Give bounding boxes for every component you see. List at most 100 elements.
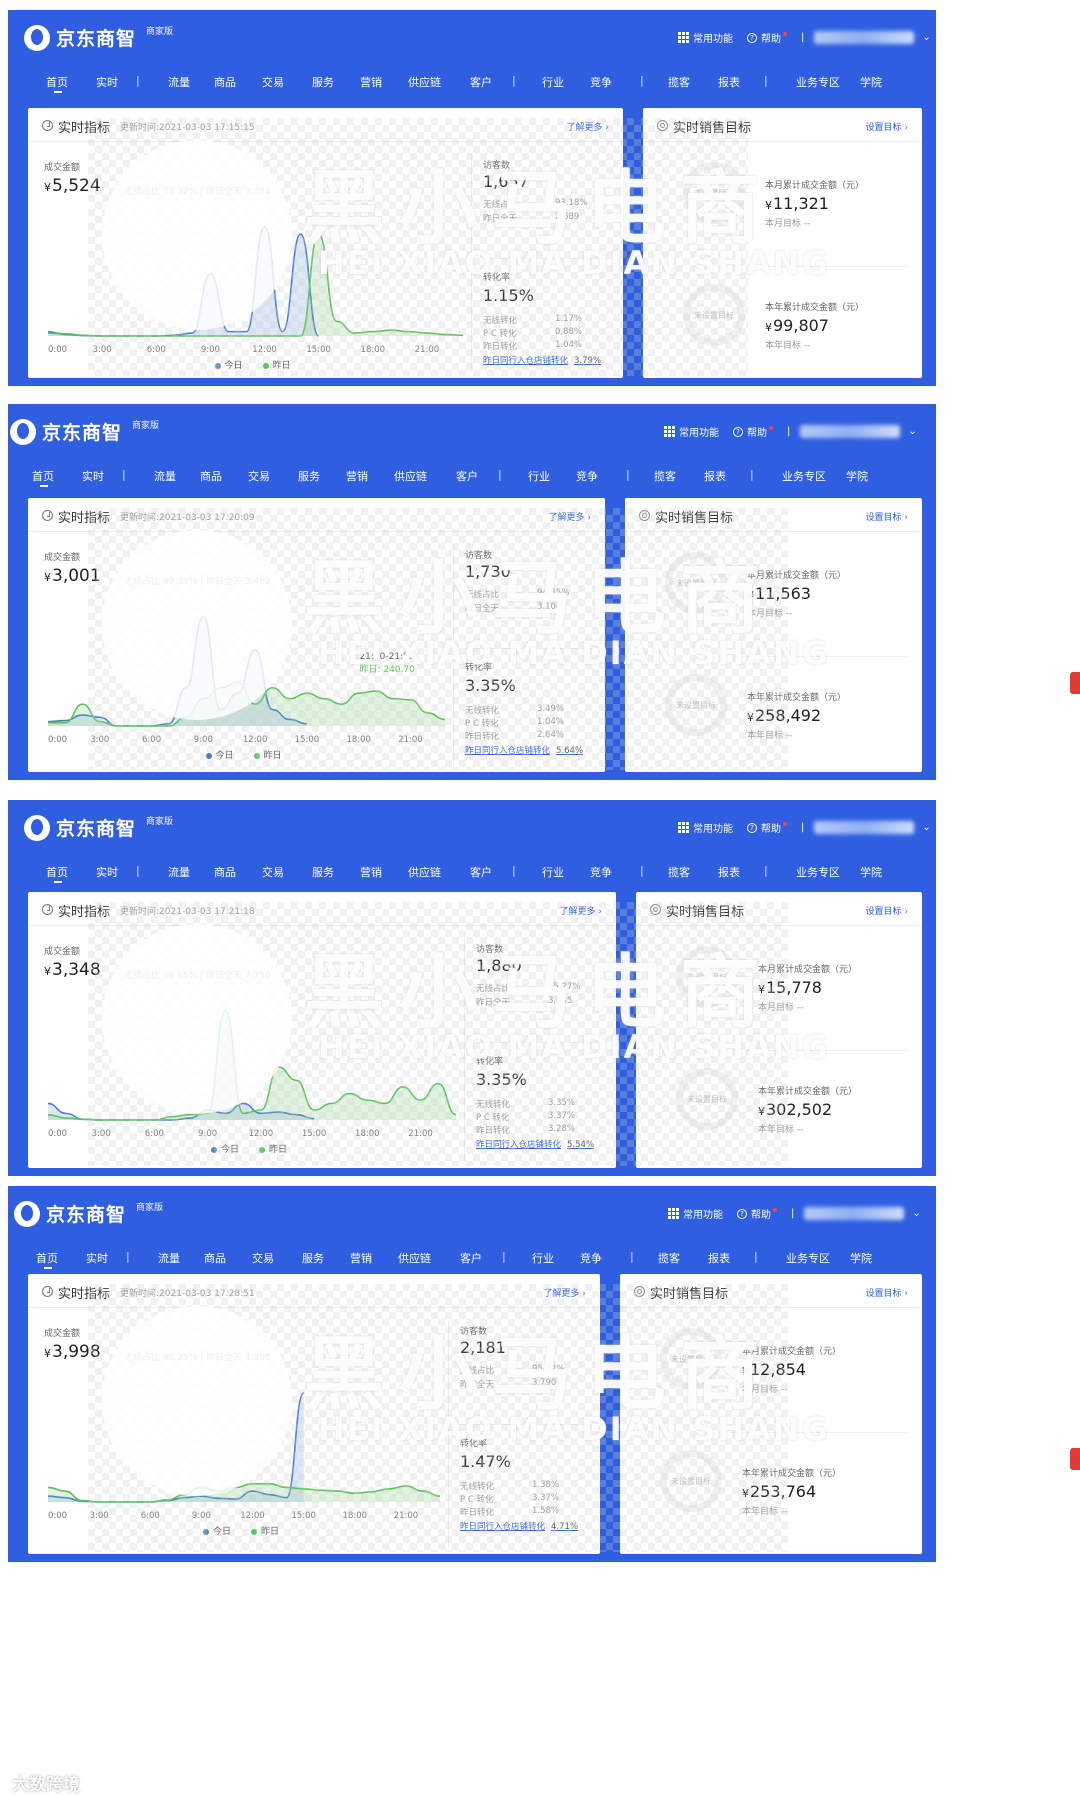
nav-item-12[interactable]: 竞争 — [580, 1250, 602, 1266]
nav-item-6[interactable]: 服务 — [298, 468, 320, 484]
nav-item-17[interactable]: 业务专区 — [786, 1250, 830, 1266]
nav-item-14[interactable]: 揽客 — [658, 1250, 680, 1266]
realtime-gmv-chart[interactable]: 0:00 3:00 6:00 9:00 12:00 15:00 18:00 21:00 — [42, 596, 449, 756]
nav-item-8[interactable]: 供应链 — [394, 468, 427, 484]
nav-item-11[interactable]: 行业 — [532, 1250, 554, 1266]
nav-item-5[interactable]: 交易 — [262, 74, 284, 90]
peer-conversion-link[interactable]: 昨日同行入仓店铺转化 5.64% — [465, 744, 583, 756]
nav-item-11[interactable]: 行业 — [528, 468, 550, 484]
learn-more-link[interactable]: 了解更多 › — [544, 1286, 586, 1299]
nav-item-12[interactable]: 竞争 — [590, 864, 612, 880]
series-line-today[interactable] — [47, 225, 320, 337]
nav-item-18[interactable]: 学院 — [846, 468, 868, 484]
nav-item-6[interactable]: 服务 — [302, 1250, 324, 1266]
nav-item-9[interactable]: 客户 — [460, 1250, 482, 1266]
nav-item-11[interactable]: 行业 — [542, 864, 564, 880]
common-functions-button[interactable]: 常用功能 — [668, 1206, 723, 1221]
peer-conversion-link[interactable]: 昨日同行入仓店铺转化 5.54% — [476, 1138, 594, 1150]
chevron-down-icon[interactable]: ⌄ — [908, 426, 916, 437]
legend-item-yesterday[interactable]: 昨日 — [262, 358, 291, 371]
side-floating-tab[interactable] — [1070, 672, 1080, 694]
nav-item-11[interactable]: 行业 — [542, 74, 564, 90]
common-functions-button[interactable]: 常用功能 — [664, 424, 719, 439]
set-target-link[interactable]: 设置目标 › — [866, 904, 908, 917]
nav-item-5[interactable]: 交易 — [262, 864, 284, 880]
peer-conversion-link[interactable]: 昨日同行入仓店铺转化 4.71% — [460, 1520, 578, 1532]
brand[interactable]: 京东商智 商家版 — [24, 814, 173, 841]
chevron-down-icon[interactable]: ⌄ — [912, 1208, 920, 1219]
nav-item-6[interactable]: 服务 — [312, 864, 334, 880]
brand[interactable]: 京东商智 商家版 — [14, 1200, 163, 1227]
nav-item-8[interactable]: 供应链 — [408, 74, 441, 90]
nav-item-4[interactable]: 商品 — [214, 74, 236, 90]
peer-conversion-link[interactable]: 昨日同行入仓店铺转化 3.79% — [483, 354, 601, 366]
help-button[interactable]: ? 帮助 — [747, 30, 787, 45]
learn-more-link[interactable]: 了解更多 › — [567, 120, 609, 133]
nav-item-8[interactable]: 供应链 — [408, 864, 441, 880]
legend-item-yesterday[interactable]: 昨日 — [259, 1142, 287, 1155]
set-target-link[interactable]: 设置目标 › — [866, 120, 908, 133]
nav-item-14[interactable]: 揽客 — [668, 74, 690, 90]
common-functions-button[interactable]: 常用功能 — [678, 820, 733, 835]
nav-item-5[interactable]: 交易 — [252, 1250, 274, 1266]
nav-item-17[interactable]: 业务专区 — [796, 74, 840, 90]
nav-item-7[interactable]: 营销 — [360, 74, 382, 90]
chevron-down-icon[interactable]: ⌄ — [922, 32, 930, 43]
nav-item-9[interactable]: 客户 — [456, 468, 478, 484]
nav-item-18[interactable]: 学院 — [860, 74, 882, 90]
account-name-blurred[interactable] — [814, 31, 915, 44]
nav-item-0[interactable]: 首页 — [46, 74, 68, 93]
legend-item-today[interactable]: 今日 — [205, 748, 234, 761]
nav-item-15[interactable]: 报表 — [718, 74, 740, 90]
nav-item-3[interactable]: 流量 — [168, 74, 190, 90]
account-name-blurred[interactable] — [814, 821, 915, 834]
nav-item-15[interactable]: 报表 — [718, 864, 740, 880]
nav-item-15[interactable]: 报表 — [704, 468, 726, 484]
legend-item-today[interactable]: 今日 — [203, 1524, 231, 1537]
nav-item-1[interactable]: 实时 — [96, 74, 118, 90]
nav-item-9[interactable]: 客户 — [470, 74, 492, 90]
nav-item-9[interactable]: 客户 — [470, 864, 492, 880]
brand[interactable]: 京东商智 商家版 — [10, 418, 159, 445]
nav-item-1[interactable]: 实时 — [82, 468, 104, 484]
learn-more-link[interactable]: 了解更多 › — [549, 510, 591, 523]
nav-item-1[interactable]: 实时 — [96, 864, 118, 880]
help-button[interactable]: ? 帮助 — [733, 424, 773, 439]
nav-item-7[interactable]: 营销 — [350, 1250, 372, 1266]
nav-item-7[interactable]: 营销 — [360, 864, 382, 880]
realtime-gmv-chart[interactable]: 0:00 3:00 6:00 9:00 12:00 15:00 18:00 21:00 — [42, 206, 467, 366]
nav-item-18[interactable]: 学院 — [860, 864, 882, 880]
legend-item-yesterday[interactable]: 昨日 — [251, 1524, 279, 1537]
learn-more-link[interactable]: 了解更多 › — [560, 904, 602, 917]
nav-item-12[interactable]: 竞争 — [576, 468, 598, 484]
side-floating-tab[interactable] — [1070, 1448, 1080, 1470]
nav-item-3[interactable]: 流量 — [158, 1250, 180, 1266]
nav-item-4[interactable]: 商品 — [214, 864, 236, 880]
nav-item-14[interactable]: 揽客 — [654, 468, 676, 484]
nav-item-1[interactable]: 实时 — [86, 1250, 108, 1266]
nav-item-12[interactable]: 竞争 — [590, 74, 612, 90]
nav-item-0[interactable]: 首页 — [36, 1250, 58, 1269]
nav-item-0[interactable]: 首页 — [32, 468, 54, 487]
nav-item-6[interactable]: 服务 — [312, 74, 334, 90]
nav-item-0[interactable]: 首页 — [46, 864, 68, 883]
nav-item-17[interactable]: 业务专区 — [796, 864, 840, 880]
brand[interactable]: 京东商智 商家版 — [24, 24, 173, 51]
help-button[interactable]: ? 帮助 — [747, 820, 787, 835]
account-name-blurred[interactable] — [804, 1207, 905, 1220]
nav-item-3[interactable]: 流量 — [154, 468, 176, 484]
nav-item-7[interactable]: 营销 — [346, 468, 368, 484]
realtime-gmv-chart[interactable]: 0:00 3:00 6:00 9:00 12:00 15:00 18:00 21:00 — [42, 990, 460, 1150]
realtime-gmv-chart[interactable]: 0:00 3:00 6:00 9:00 12:00 15:00 18:00 21:00 — [42, 1372, 444, 1532]
nav-item-14[interactable]: 揽客 — [668, 864, 690, 880]
chevron-down-icon[interactable]: ⌄ — [922, 822, 930, 833]
account-name-blurred[interactable] — [800, 425, 901, 438]
nav-item-15[interactable]: 报表 — [708, 1250, 730, 1266]
set-target-link[interactable]: 设置目标 › — [866, 1286, 908, 1299]
set-target-link[interactable]: 设置目标 › — [866, 510, 908, 523]
nav-item-5[interactable]: 交易 — [248, 468, 270, 484]
nav-item-18[interactable]: 学院 — [850, 1250, 872, 1266]
common-functions-button[interactable]: 常用功能 — [678, 30, 733, 45]
nav-item-3[interactable]: 流量 — [168, 864, 190, 880]
nav-item-8[interactable]: 供应链 — [398, 1250, 431, 1266]
